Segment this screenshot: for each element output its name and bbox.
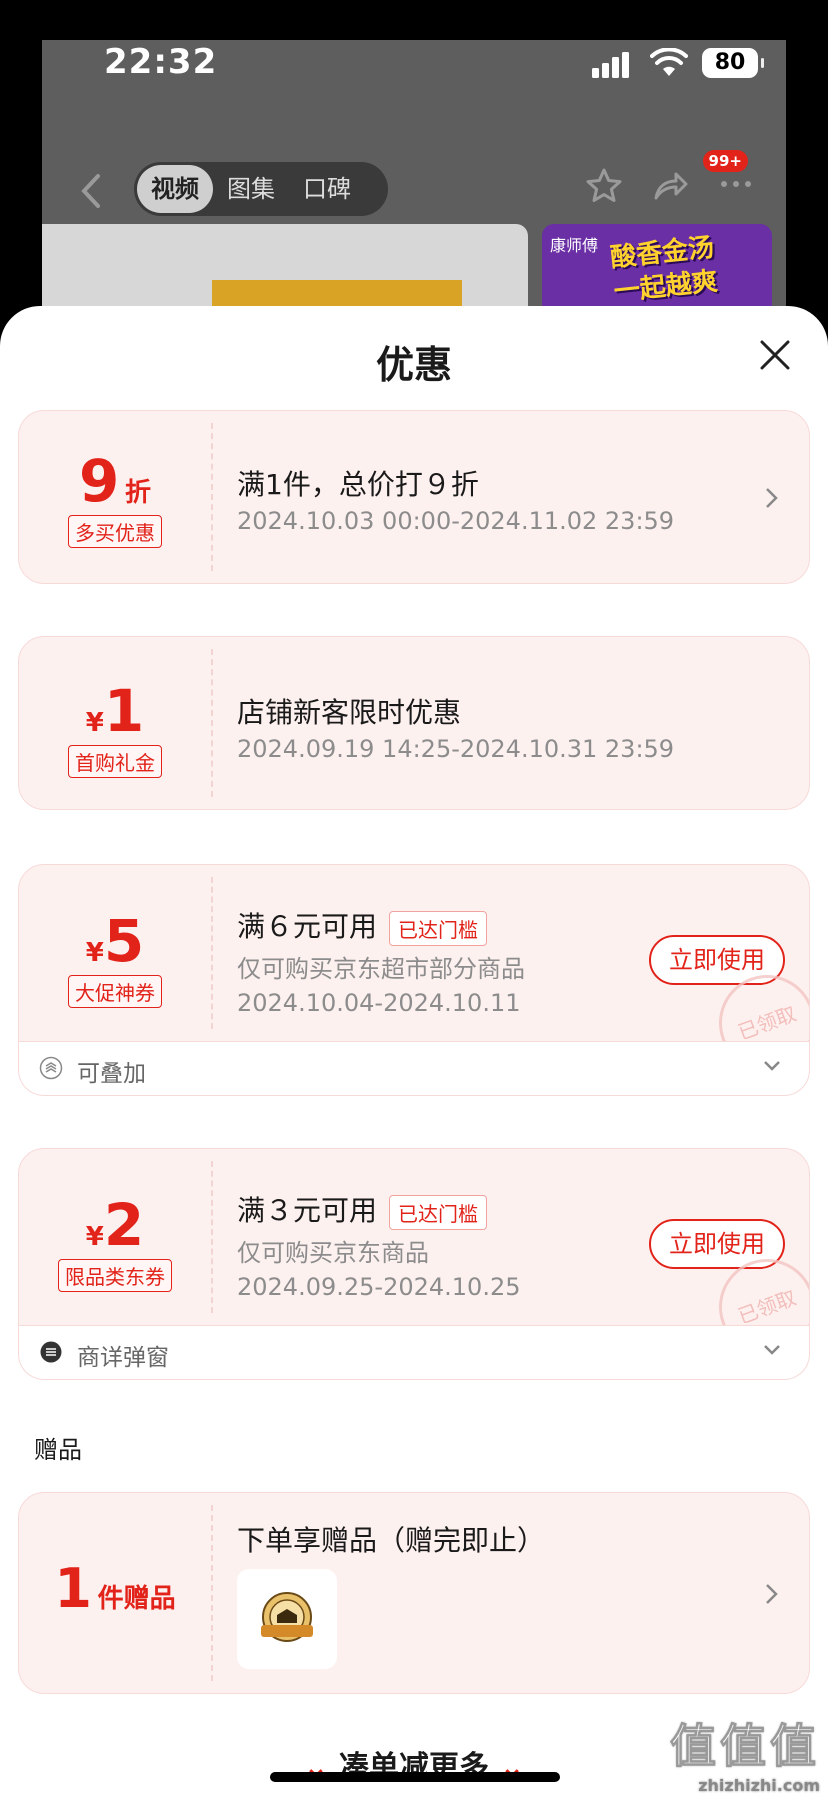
coupon-title: 满３元可用 bbox=[237, 1194, 378, 1227]
discount-sheet: 优惠 9 折 多买优惠 满1件，总价打９折 2024.10.03 00:00-2… bbox=[0, 306, 828, 1796]
gift-card[interactable]: 1 件赠品 下单享赠品（赠完即止） bbox=[18, 1492, 810, 1694]
coupon-footer-stackable[interactable]: 可叠加 bbox=[18, 1042, 810, 1096]
coupon-period: 2024.10.03 00:00-2024.11.02 23:59 bbox=[237, 507, 675, 535]
coupon-tag: 大促神券 bbox=[68, 975, 162, 1008]
coupon-value: ¥5 大促神券 bbox=[19, 865, 211, 1041]
currency-symbol: ¥ bbox=[85, 1222, 104, 1252]
gift-thumbnail[interactable] bbox=[237, 1569, 337, 1669]
wifi-icon bbox=[650, 48, 688, 76]
gift-count: 1 bbox=[54, 1557, 92, 1620]
dashed-divider bbox=[211, 649, 213, 797]
coupon-tag: 限品类东券 bbox=[58, 1259, 172, 1292]
currency-symbol: ¥ bbox=[85, 708, 104, 738]
coupon-card-5-yuan: ¥5 大促神券 满６元可用 已达门槛 仅可购买京东超市部分商品 2024.10.0… bbox=[18, 864, 810, 1042]
popup-icon bbox=[40, 1341, 62, 1363]
currency-symbol: ¥ bbox=[85, 938, 104, 968]
footer-label: 商详弹窗 bbox=[77, 1345, 169, 1371]
coupon-unit: 折 bbox=[124, 478, 151, 508]
coupon-value: 9 折 多买优惠 bbox=[19, 411, 211, 583]
dashed-divider bbox=[211, 1161, 213, 1313]
chevron-right-icon bbox=[766, 1584, 778, 1604]
coupon-title: 店铺新客限时优惠 bbox=[237, 696, 462, 729]
coupon-card-new-customer[interactable]: ¥1 首购礼金 店铺新客限时优惠 2024.09.19 14:25-2024.1… bbox=[18, 636, 810, 810]
dashed-divider bbox=[211, 877, 213, 1029]
status-bar: 22:32 80 bbox=[42, 40, 786, 100]
coupon-period: 2024.09.19 14:25-2024.10.31 23:59 bbox=[237, 735, 675, 763]
tab-gallery[interactable]: 图集 bbox=[213, 165, 289, 213]
coupon-amount: 9 bbox=[79, 447, 120, 515]
coupon-period: 2024.10.04-2024.10.11 bbox=[237, 989, 521, 1017]
coupon-tag: 首购礼金 bbox=[68, 745, 162, 778]
trial-seal-icon bbox=[261, 1592, 313, 1642]
site-watermark: 值值值 zhizhizhi.com bbox=[670, 1710, 821, 1796]
dashed-divider bbox=[211, 423, 213, 571]
brand-logo: 康师傅 bbox=[550, 236, 599, 255]
coupon-value: ¥2 限品类东券 bbox=[19, 1149, 211, 1325]
watermark-logo: 值值值 bbox=[670, 1719, 820, 1774]
more-menu[interactable]: 99+ bbox=[702, 150, 756, 208]
close-icon[interactable] bbox=[758, 338, 792, 372]
coupon-tag: 多买优惠 bbox=[68, 515, 162, 548]
media-tabs: 视频 图集 口碑 bbox=[134, 162, 388, 216]
signal-icon bbox=[592, 52, 629, 78]
dashed-divider bbox=[211, 1505, 213, 1681]
gift-title: 下单享赠品（赠完即止） bbox=[237, 1524, 546, 1557]
notification-badge: 99+ bbox=[702, 150, 748, 172]
coupon-title: 满1件，总价打９折 bbox=[237, 468, 479, 501]
coupon-amount: 1 bbox=[103, 677, 145, 745]
gift-value: 1 件赠品 bbox=[19, 1493, 211, 1693]
banner-slogan: 酸香金汤 一起越爽 bbox=[609, 231, 720, 310]
star-icon[interactable] bbox=[584, 166, 624, 206]
coupon-card-multibuy[interactable]: 9 折 多买优惠 满1件，总价打９折 2024.10.03 00:00-2024… bbox=[18, 410, 810, 584]
coupon-title-row: 满６元可用 已达门槛 bbox=[237, 905, 488, 946]
gift-unit: 件赠品 bbox=[97, 1584, 176, 1614]
coupon-card-2-yuan: ¥2 限品类东券 满３元可用 已达门槛 仅可购买京东商品 2024.09.25-2… bbox=[18, 1148, 810, 1326]
nav-actions: 99+ bbox=[584, 150, 756, 208]
coupon-value: ¥1 首购礼金 bbox=[19, 637, 211, 809]
watermark-url: zhizhizhi.com bbox=[698, 1776, 820, 1795]
threshold-badge: 已达门槛 bbox=[389, 910, 488, 946]
chevron-right-icon bbox=[766, 488, 778, 508]
section-label-gifts: 赠品 bbox=[34, 1436, 82, 1464]
sheet-title: 优惠 bbox=[375, 343, 452, 387]
chevron-down-icon bbox=[764, 1345, 780, 1355]
threshold-badge: 已达门槛 bbox=[389, 1194, 488, 1230]
clock: 22:32 bbox=[104, 42, 218, 82]
share-icon[interactable] bbox=[650, 166, 690, 206]
tab-reviews[interactable]: 口碑 bbox=[289, 165, 365, 213]
footer-label: 可叠加 bbox=[77, 1061, 146, 1087]
tab-video[interactable]: 视频 bbox=[137, 165, 213, 213]
coupon-title-row: 满３元可用 已达门槛 bbox=[237, 1189, 488, 1230]
home-indicator bbox=[270, 1772, 560, 1782]
battery-indicator: 80 bbox=[702, 48, 764, 78]
product-top-nav: 视频 图集 口碑 99+ bbox=[42, 150, 786, 226]
coupon-amount: 5 bbox=[103, 907, 145, 975]
coupon-footer-popup[interactable]: 商详弹窗 bbox=[18, 1326, 810, 1380]
coupon-title: 满６元可用 bbox=[237, 910, 378, 943]
back-arrow-icon[interactable] bbox=[72, 166, 112, 216]
coupon-scope: 仅可购买京东超市部分商品 bbox=[237, 955, 525, 983]
coupon-scope: 仅可购买京东商品 bbox=[237, 1239, 429, 1267]
stack-icon bbox=[39, 1056, 63, 1080]
coupon-period: 2024.09.25-2024.10.25 bbox=[237, 1273, 521, 1301]
chevron-down-icon bbox=[764, 1061, 780, 1071]
coupon-amount: 2 bbox=[103, 1191, 145, 1259]
